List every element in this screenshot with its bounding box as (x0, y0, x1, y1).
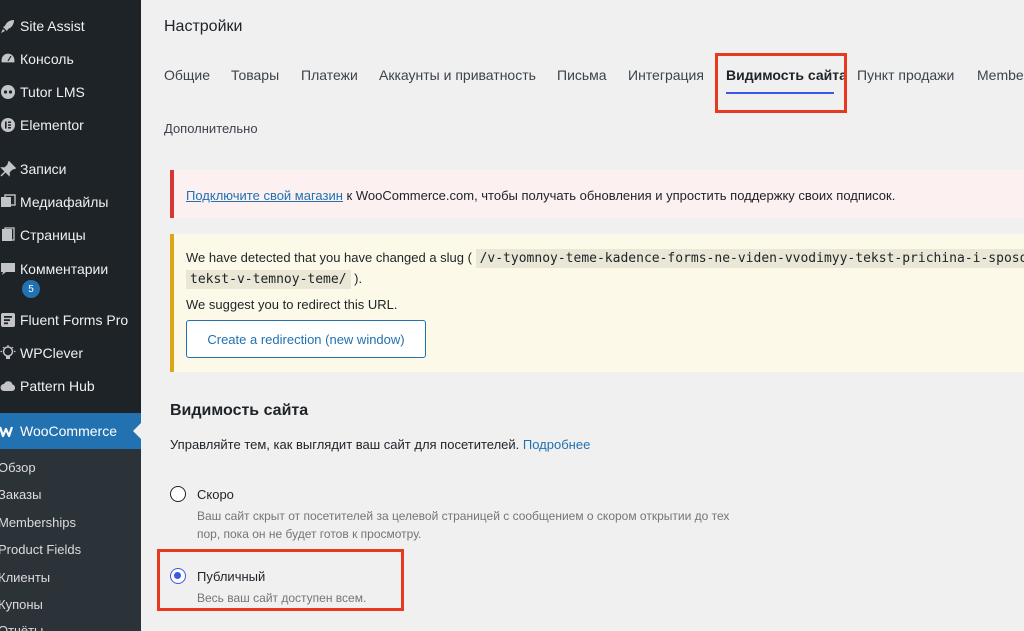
submenu-item-product-fields[interactable]: Product Fields (0, 542, 81, 557)
elementor-icon (0, 115, 18, 135)
tab-emails[interactable]: Письма (557, 67, 607, 83)
submenu-item-overview[interactable]: Обзор (0, 460, 36, 475)
connect-store-notice: Подключите свой магазин к WooCommerce.co… (170, 170, 1024, 218)
tab-point-of-sale[interactable]: Пункт продажи (857, 67, 954, 83)
submenu-item-coupons[interactable]: Купоны (0, 597, 43, 612)
sidebar-item-elementor[interactable]: Elementor (0, 110, 141, 140)
sidebar-item-media[interactable]: Медиафайлы (0, 187, 141, 217)
slug-change-notice: We have detected that you have changed a… (170, 234, 1024, 372)
coming-soon-help-line1: Ваш сайт скрыт от посетителей за целевой… (197, 509, 730, 523)
sidebar-item-comments[interactable]: Комментарии (0, 254, 141, 284)
media-icon (0, 192, 18, 212)
coming-soon-help-line2: пор, пока он не будет готов к просмотру. (197, 527, 422, 541)
sidebar-item-fluent-forms[interactable]: Fluent Forms Pro (0, 305, 141, 335)
tab-highlight-box (715, 53, 847, 113)
connect-store-link[interactable]: Подключите свой магазин (186, 188, 343, 203)
page-title: Настройки (164, 18, 243, 35)
tab-products[interactable]: Товары (231, 67, 279, 83)
cloud-icon (0, 376, 18, 396)
slug-notice-suffix: ). (350, 271, 363, 286)
sidebar-item-site-assist[interactable]: Site Assist (0, 11, 141, 41)
sidebar-item-pages[interactable]: Страницы (0, 220, 141, 250)
tab-memberships[interactable]: Membe (977, 67, 1024, 83)
connect-store-text: к WooCommerce.com, чтобы получать обновл… (342, 188, 896, 203)
page-icon (0, 225, 18, 245)
main-content: Настройки Общие Товары Платежи Аккаунты … (141, 0, 1024, 631)
tab-accounts-privacy[interactable]: Аккаунты и приватность (379, 67, 536, 83)
comments-count-badge: 5 (22, 280, 40, 298)
sidebar-item-pattern-hub[interactable]: Pattern Hub (0, 371, 141, 401)
visibility-description: Управляйте тем, как выглядит ваш сайт дл… (170, 437, 591, 452)
submenu-item-orders[interactable]: Заказы (0, 487, 41, 502)
tutor-icon (0, 82, 18, 102)
submenu-item-customers[interactable]: Клиенты (0, 570, 50, 585)
pin-icon (0, 159, 18, 179)
dashboard-icon (0, 49, 18, 69)
comment-icon (0, 259, 18, 279)
rocket-icon (0, 16, 18, 36)
submenu-item-memberships[interactable]: Memberships (0, 515, 76, 530)
coming-soon-label[interactable]: Скоро (197, 487, 234, 502)
tab-advanced[interactable]: Дополнительно (164, 121, 258, 136)
sidebar-item-posts[interactable]: Записи (0, 154, 141, 184)
tab-payments[interactable]: Платежи (301, 67, 358, 83)
submenu-item-reports[interactable]: Отчёты (0, 623, 43, 631)
coming-soon-radio[interactable] (170, 486, 186, 502)
old-slug-code-continued: tekst-v-temnoy-teme/ (186, 270, 351, 289)
sidebar-item-woocommerce[interactable]: WooCommerce (0, 413, 141, 449)
visibility-section-title: Видимость сайта (170, 402, 309, 419)
tab-general[interactable]: Общие (164, 67, 210, 83)
sidebar-item-wpclever[interactable]: WPClever (0, 338, 141, 368)
slug-notice-prefix: We have detected that you have changed a… (186, 250, 476, 265)
active-menu-arrow (133, 423, 141, 439)
old-slug-code: /v-tyomnoy-teme-kadence-forms-ne-viden-v… (475, 249, 1024, 268)
public-option-highlight-box (157, 549, 404, 611)
learn-more-link[interactable]: Подробнее (523, 437, 590, 452)
woocommerce-submenu: Обзор Заказы Memberships Product Fields … (0, 449, 141, 631)
sidebar-item-tutor-lms[interactable]: Tutor LMS (0, 77, 141, 107)
woo-icon (0, 421, 18, 441)
sidebar-item-dashboard[interactable]: Консоль (0, 44, 141, 74)
forms-icon (0, 310, 18, 330)
bulb-icon (0, 343, 18, 363)
create-redirection-button[interactable]: Create a redirection (new window) (186, 320, 426, 358)
tab-integration[interactable]: Интеграция (628, 67, 704, 83)
redirect-suggestion-text: We suggest you to redirect this URL. (186, 297, 398, 312)
admin-sidebar: Site Assist Консоль Tutor LMS Elementor … (0, 0, 141, 631)
